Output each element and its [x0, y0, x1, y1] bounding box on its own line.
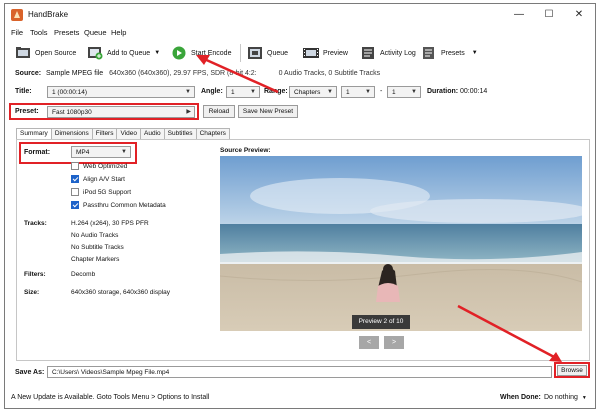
annotation-arrows — [196, 55, 562, 362]
arrow-to-start-encode — [196, 55, 279, 94]
arrow-to-browse — [457, 304, 562, 362]
